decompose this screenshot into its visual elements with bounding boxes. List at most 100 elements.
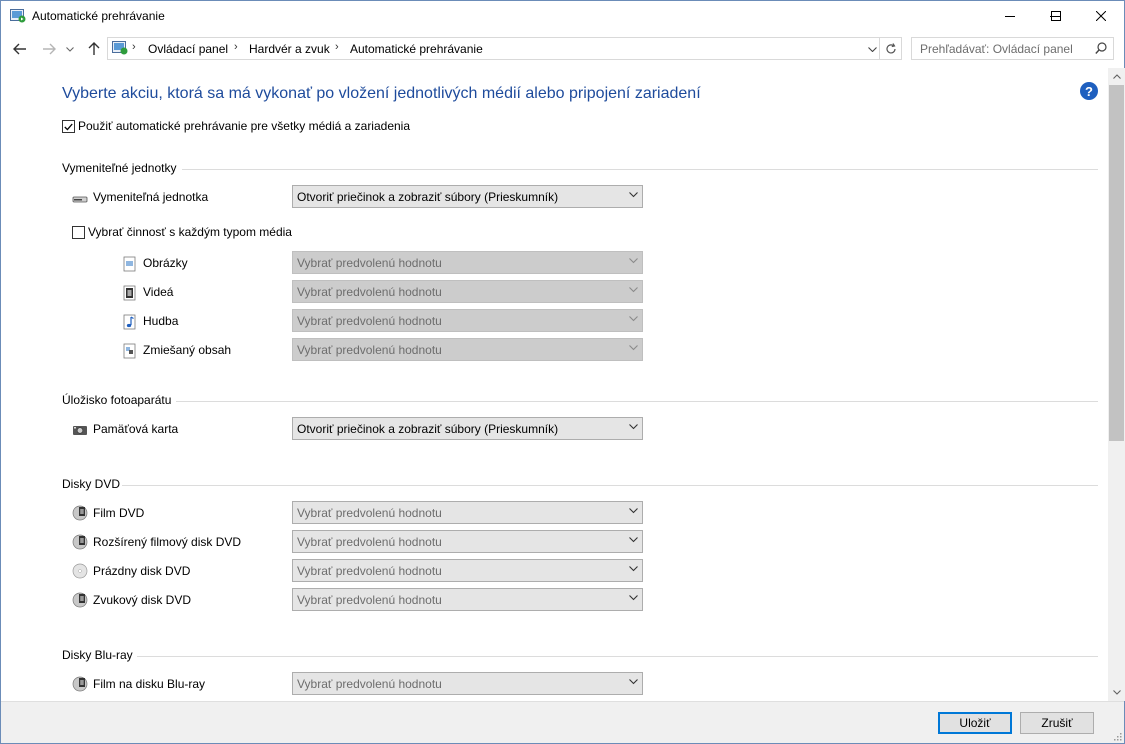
section-divider <box>176 401 1098 402</box>
camera-storage-section-title: Úložisko fotoaparátu <box>62 393 172 407</box>
up-arrow-icon <box>88 42 100 55</box>
per-media-label[interactable]: Vybrať činnosť s každým typom média <box>88 225 292 239</box>
dvd-movie-select[interactable]: Vybrať predvolenú hodnotu <box>292 501 643 524</box>
save-button[interactable]: Uložiť <box>938 712 1012 734</box>
media-label-mixed: Zmiešaný obsah <box>143 343 232 357</box>
window-title: Automatické prehrávanie <box>32 9 165 23</box>
chevron-down-icon <box>867 47 877 52</box>
mixed-content-icon <box>123 343 136 359</box>
audio-dvd-select[interactable]: Vybrať predvolenú hodnotu <box>292 588 643 611</box>
chevron-down-icon <box>629 345 638 351</box>
refresh-button[interactable] <box>880 37 902 60</box>
chevron-up-icon <box>1112 74 1121 79</box>
breadcrumb-autoplay[interactable]: Automatické prehrávanie <box>350 42 483 56</box>
minimize-icon <box>1005 16 1015 17</box>
chevron-down-icon <box>629 424 638 430</box>
maximize-button-visual[interactable] <box>1033 1 1079 31</box>
select-value: Otvoriť priečinok a zobraziť súbory (Pri… <box>297 190 559 204</box>
help-icon[interactable]: ? <box>1080 82 1098 100</box>
chevron-down-icon <box>629 595 638 601</box>
enhanced-dvd-select[interactable]: Vybrať predvolenú hodnotu <box>292 530 643 553</box>
select-value: Vybrať predvolenú hodnotu <box>297 506 442 520</box>
section-divider <box>122 485 1098 486</box>
dialog-footer: Uložiť Zrušiť <box>1 701 1124 743</box>
title-bar: Automatické prehrávanie <box>1 1 1124 31</box>
videos-icon <box>123 285 136 301</box>
forward-button[interactable] <box>38 38 60 60</box>
blank-dvd-select[interactable]: Vybrať predvolenú hodnotu <box>292 559 643 582</box>
autoplay-window: Automatické prehrávanie › Ovládací panel… <box>0 0 1125 744</box>
select-value: Vybrať predvolenú hodnotu <box>297 677 442 691</box>
chevron-right-icon[interactable]: › <box>234 41 238 53</box>
removable-drive-icon <box>72 196 88 203</box>
vertical-scrollbar[interactable] <box>1108 68 1125 701</box>
up-button[interactable] <box>83 38 105 60</box>
search-input[interactable]: Prehľadávať: Ovládací panel <box>911 37 1114 60</box>
resize-grip-icon[interactable] <box>1112 731 1122 741</box>
mixed-content-select[interactable]: Vybrať predvolenú hodnotu <box>292 338 643 361</box>
recent-locations-button[interactable] <box>63 38 77 60</box>
per-media-checkbox[interactable] <box>72 226 85 239</box>
dvd-item-label: Rozšírený filmový disk DVD <box>93 535 242 549</box>
enhanced-dvd-icon <box>72 534 88 550</box>
use-autoplay-checkbox[interactable] <box>62 120 75 133</box>
media-label-videos: Videá <box>143 285 174 299</box>
select-value: Vybrať predvolenú hodnotu <box>297 564 442 578</box>
use-autoplay-label[interactable]: Použiť automatické prehrávanie pre všetk… <box>78 119 410 133</box>
dvd-item-label: Zvukový disk DVD <box>93 593 192 607</box>
control-panel-icon <box>112 41 128 55</box>
cancel-button[interactable]: Zrušiť <box>1020 712 1094 734</box>
select-value: Vybrať predvolenú hodnotu <box>297 343 442 357</box>
chevron-down-icon <box>629 316 638 322</box>
videos-select[interactable]: Vybrať predvolenú hodnotu <box>292 280 643 303</box>
close-icon <box>1096 11 1106 21</box>
search-icon <box>1095 42 1107 54</box>
chevron-down-icon <box>629 537 638 543</box>
chevron-down-icon <box>629 679 638 685</box>
breadcrumb-hardware-sound[interactable]: Hardvér a zvuk <box>249 42 330 56</box>
search-placeholder: Prehľadávať: Ovládací panel <box>920 42 1073 56</box>
scroll-up-button[interactable] <box>1108 68 1125 85</box>
breadcrumb-control-panel[interactable]: Ovládací panel <box>148 42 228 56</box>
scrollbar-thumb[interactable] <box>1109 85 1124 441</box>
navigation-bar: › Ovládací panel › Hardvér a zvuk › Auto… <box>1 34 1124 64</box>
address-dropdown-button[interactable] <box>863 38 881 61</box>
chevron-down-icon <box>629 258 638 264</box>
media-label-music: Hudba <box>143 314 179 328</box>
music-icon <box>123 314 136 330</box>
select-value: Vybrať predvolenú hodnotu <box>297 593 442 607</box>
removable-drive-select[interactable]: Otvoriť priečinok a zobraziť súbory (Pri… <box>292 185 643 208</box>
select-value: Otvoriť priečinok a zobraziť súbory (Pri… <box>297 422 559 436</box>
back-button[interactable] <box>9 38 31 60</box>
back-arrow-icon <box>13 43 26 55</box>
address-bar[interactable]: › Ovládací panel › Hardvér a zvuk › Auto… <box>107 37 880 60</box>
scroll-down-button[interactable] <box>1108 684 1125 701</box>
page-heading: Vyberte akciu, ktorá sa má vykonať po vl… <box>62 85 701 102</box>
memory-card-icon <box>73 426 87 435</box>
bluray-movie-select[interactable]: Vybrať predvolenú hodnotu <box>292 672 643 695</box>
memory-card-select[interactable]: Otvoriť priečinok a zobraziť súbory (Pri… <box>292 417 643 440</box>
audio-dvd-icon <box>72 592 88 608</box>
select-value: Vybrať predvolenú hodnotu <box>297 535 442 549</box>
chevron-down-icon <box>629 192 638 198</box>
maximize-icon <box>1051 11 1061 21</box>
music-select[interactable]: Vybrať predvolenú hodnotu <box>292 309 643 332</box>
pictures-icon <box>123 256 136 272</box>
close-button[interactable] <box>1078 1 1124 31</box>
media-label-pictures: Obrázky <box>143 256 188 270</box>
blank-dvd-icon <box>72 563 88 579</box>
checkmark-icon <box>64 123 73 131</box>
minimize-button-visual[interactable] <box>987 1 1033 31</box>
dvd-item-label: Prázdny disk DVD <box>93 564 191 578</box>
section-divider <box>182 169 1098 170</box>
forward-arrow-icon <box>43 43 56 55</box>
chevron-down-icon <box>66 46 74 52</box>
select-value: Vybrať predvolenú hodnotu <box>297 256 442 270</box>
pictures-select[interactable]: Vybrať predvolenú hodnotu <box>292 251 643 274</box>
section-divider <box>137 656 1098 657</box>
bluray-movie-icon <box>72 676 88 692</box>
chevron-right-icon[interactable]: › <box>335 41 339 53</box>
dvd-section-title: Disky DVD <box>62 477 121 491</box>
refresh-icon <box>885 42 896 53</box>
content-area: Vyberte akciu, ktorá sa má vykonať po vl… <box>1 68 1108 701</box>
